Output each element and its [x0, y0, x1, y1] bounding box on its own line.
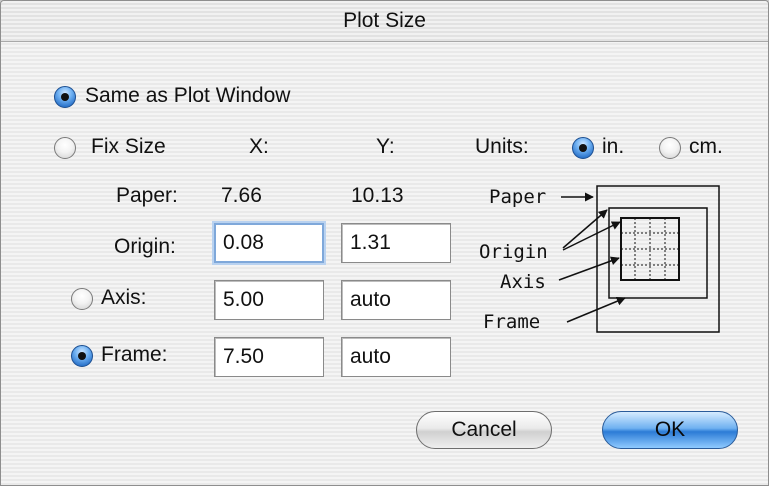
units-cm-radio[interactable]	[659, 137, 681, 159]
plot-size-dialog: Plot Size Same as Plot Window Fix Size X…	[0, 0, 769, 486]
diagram-frame-rect	[608, 207, 708, 299]
frame-arrow	[566, 296, 626, 323]
diagram-grid	[621, 218, 679, 280]
x-column-header: X:	[249, 135, 269, 158]
frame-radio[interactable]	[71, 345, 93, 367]
origin-arrow-frame	[562, 209, 608, 249]
axis-x-field[interactable]: 5.00	[214, 280, 324, 320]
units-inches-radio[interactable]	[572, 137, 594, 159]
origin-x-field[interactable]: 0.08	[214, 223, 324, 263]
frame-y-field[interactable]: auto	[341, 337, 451, 377]
axis-label[interactable]: Axis:	[101, 286, 147, 310]
diagram-paper-label: Paper	[489, 186, 546, 208]
paper-y-value: 10.13	[351, 184, 404, 207]
paper-label: Paper:	[116, 184, 178, 207]
diagram-axis-label: Axis	[500, 271, 546, 293]
axis-radio[interactable]	[71, 288, 93, 310]
frame-x-field[interactable]: 7.50	[214, 337, 324, 377]
axis-arrow	[558, 256, 620, 281]
axis-y-field[interactable]: auto	[341, 280, 451, 320]
diagram-origin-label: Origin	[479, 241, 548, 263]
plot-size-diagram: Paper Origin Axis Frame	[479, 185, 720, 333]
units-label: Units:	[475, 135, 529, 158]
fix-size-label[interactable]: Fix Size	[91, 135, 166, 159]
cancel-button[interactable]: Cancel	[416, 411, 552, 449]
title-bar[interactable]: Plot Size	[1, 1, 768, 42]
origin-y-field[interactable]: 1.31	[341, 223, 451, 263]
ok-button[interactable]: OK	[602, 411, 738, 449]
origin-arrow-axis	[562, 221, 621, 251]
window-title: Plot Size	[343, 9, 426, 32]
units-inches-label[interactable]: in.	[602, 135, 624, 159]
same-as-plot-window-label[interactable]: Same as Plot Window	[85, 84, 290, 108]
origin-label: Origin:	[114, 235, 176, 258]
units-cm-label[interactable]: cm.	[689, 135, 723, 159]
diagram-frame-label: Frame	[483, 311, 540, 333]
same-as-plot-window-radio[interactable]	[54, 86, 76, 108]
frame-label[interactable]: Frame:	[101, 343, 168, 367]
paper-x-value: 7.66	[221, 184, 262, 207]
y-column-header: Y:	[376, 135, 395, 158]
fix-size-radio[interactable]	[54, 137, 76, 159]
